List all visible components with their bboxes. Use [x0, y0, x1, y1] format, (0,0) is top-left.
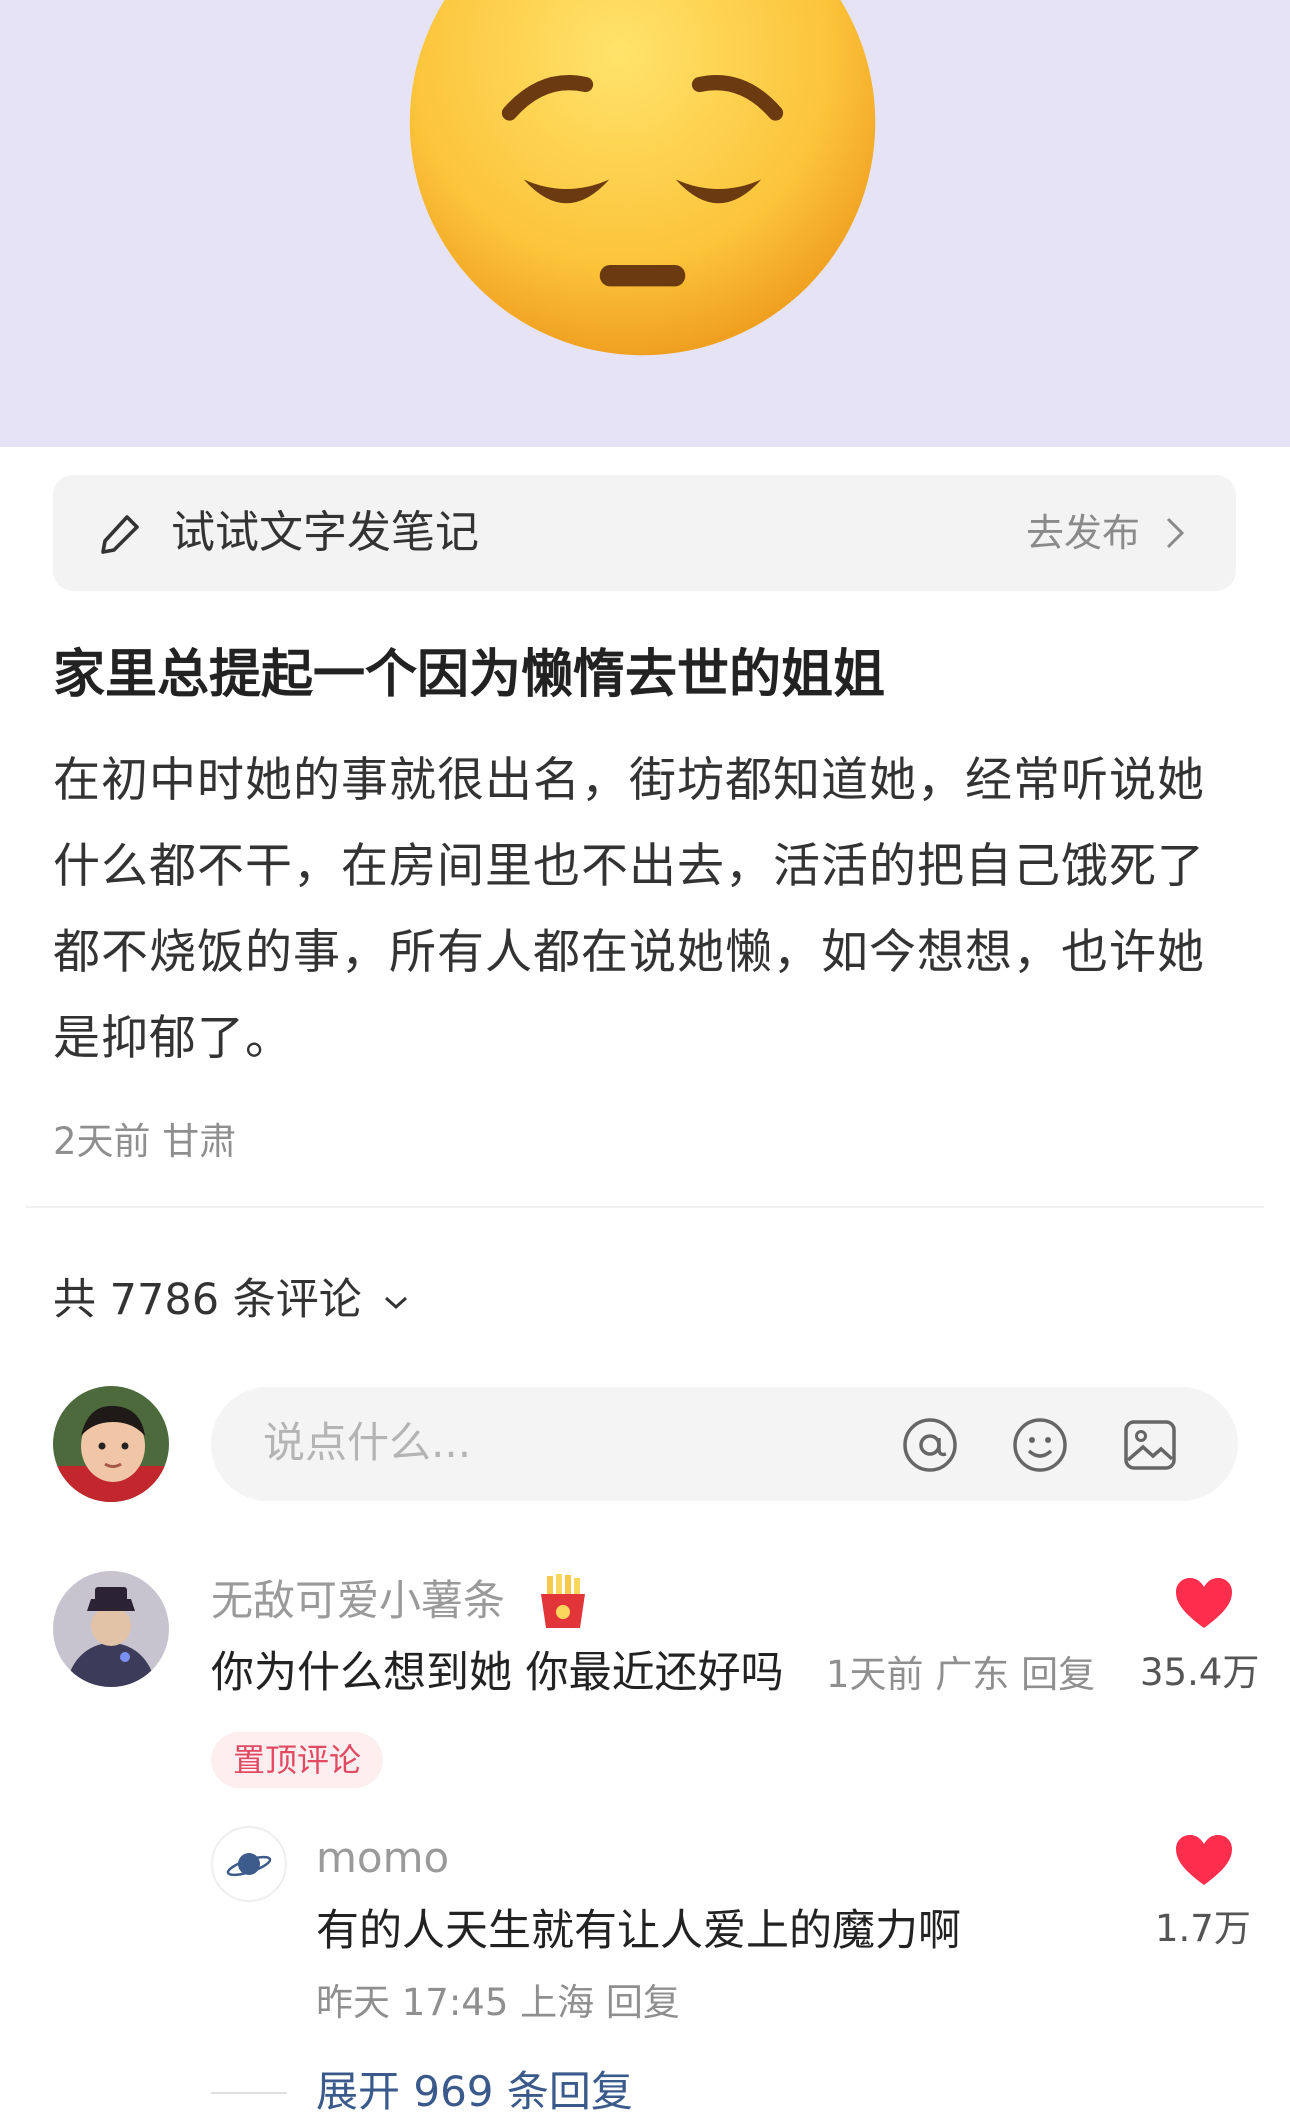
heart-like-icon[interactable] — [1174, 1576, 1234, 1630]
comment-text: 你为什么想到她 你最近还好吗 — [211, 1648, 784, 1698]
post-title: 家里总提起一个因为懒惰去世的姐姐 — [53, 645, 886, 705]
reply-text: 有的人天生就有让人爱上的魔力啊 — [316, 1906, 961, 1956]
chevron-down-icon — [385, 1296, 408, 1309]
pinned-comment-tag: 置顶评论 — [211, 1732, 384, 1788]
comment-meta[interactable]: 1天前 广东 回复 — [826, 1650, 1095, 1700]
emoji-icon[interactable] — [1011, 1416, 1069, 1474]
pensive-face-emoji-icon — [409, 0, 876, 356]
reply-like-count: 1.7万 — [1155, 1907, 1251, 1950]
my-avatar[interactable] — [53, 1386, 169, 1502]
replier-name[interactable]: momo — [316, 1830, 449, 1886]
avatar-photo — [53, 1571, 169, 1687]
comment-like-count: 35.4万 — [1140, 1651, 1260, 1694]
comment-count-label: 共 7786 条评论 — [53, 1275, 362, 1325]
expand-divider — [211, 2092, 287, 2094]
post-image[interactable] — [0, 0, 1290, 447]
chevron-right-icon — [1166, 517, 1185, 549]
post-body: 在初中时她的事就很出名，街坊都知道她，经常听说她什么都不干，在房间里也不出去，活… — [53, 753, 1205, 1066]
heart-like-icon[interactable] — [1174, 1833, 1234, 1887]
comment-count-sort[interactable]: 共 7786 条评论 — [53, 1272, 409, 1328]
cta-label: 试试文字发笔记 — [171, 507, 479, 558]
expand-replies-link[interactable]: 展开 969 条回复 — [316, 2064, 633, 2120]
commenter-name[interactable]: 无敌可爱小薯条 — [211, 1572, 505, 1630]
image-icon[interactable] — [1121, 1416, 1179, 1474]
comment-input[interactable]: 说点什么... — [211, 1387, 1238, 1501]
replier-avatar[interactable] — [211, 1826, 287, 1902]
avatar-photo — [53, 1386, 169, 1502]
planet-icon — [226, 1853, 272, 1877]
post-meta: 2天前 甘肃 — [53, 1120, 237, 1163]
publish-link[interactable]: 去发布 — [1026, 507, 1140, 559]
french-fries-emoji-icon — [541, 1574, 585, 1628]
divider — [26, 1206, 1264, 1208]
comment-input-placeholder: 说点什么... — [263, 1418, 472, 1467]
reply-meta[interactable]: 昨天 17:45 上海 回复 — [316, 1978, 680, 2028]
commenter-avatar[interactable] — [53, 1571, 169, 1687]
text-note-cta[interactable]: 试试文字发笔记 去发布 — [53, 475, 1236, 591]
pencil-icon — [101, 515, 139, 554]
at-mention-icon[interactable] — [901, 1416, 959, 1474]
